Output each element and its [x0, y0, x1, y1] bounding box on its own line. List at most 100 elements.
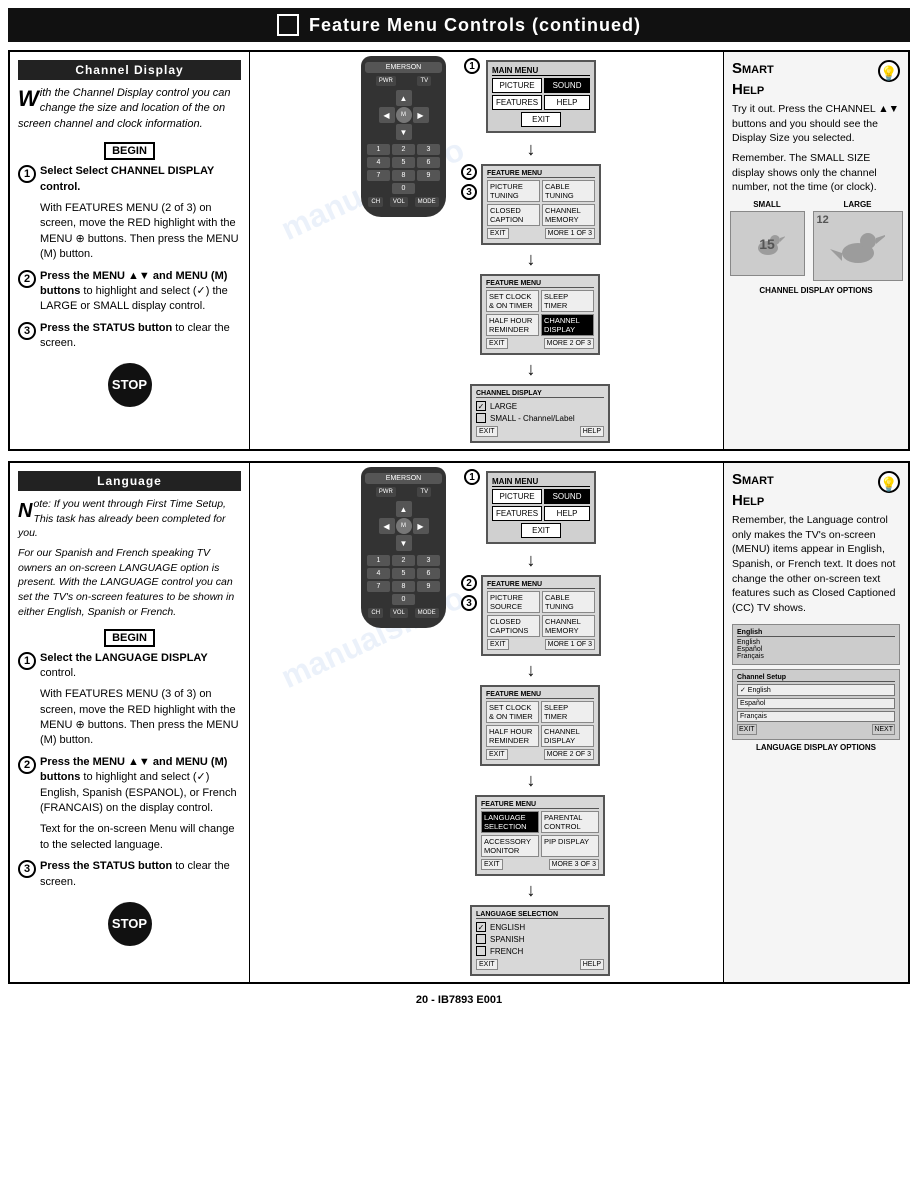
remote2-top: EMERSON	[365, 473, 442, 484]
french-checkbox	[476, 946, 486, 956]
remote2-num5[interactable]: 5	[392, 568, 415, 579]
remote-mode-btn[interactable]: MODE	[415, 197, 439, 207]
remote2-num6[interactable]: 6	[417, 568, 440, 579]
remote-num9[interactable]: 9	[417, 170, 440, 181]
page-title: Feature Menu Controls (continued)	[309, 15, 641, 36]
lang-opt-french: FRENCH	[476, 946, 604, 956]
dpad2-left[interactable]: ◀	[379, 518, 395, 534]
remote-num5[interactable]: 5	[392, 157, 415, 168]
dpad-up[interactable]: ▲	[396, 90, 412, 106]
bird-small-box: 15	[730, 211, 805, 276]
lang-fm2-more: MORE 2 OF 3	[544, 749, 594, 760]
lang-smart-heading-small: Smart	[732, 471, 774, 488]
dpad2-right[interactable]: ▶	[413, 518, 429, 534]
main-menu-label: MAIN MENU	[492, 66, 590, 76]
f2-set-clock: SET CLOCK & ON TIMER	[486, 290, 539, 312]
f2-more: MORE 2 OF 3	[544, 338, 594, 349]
bird-small-label: SMALL	[753, 200, 781, 209]
lang-screen-step2: 2	[461, 575, 477, 591]
lang-f1-cable-tuning: CABLE TUNING	[542, 591, 595, 613]
remote2-num7[interactable]: 7	[367, 581, 390, 592]
page-header: Feature Menu Controls (continued)	[8, 8, 910, 42]
header-icon	[277, 14, 299, 36]
remote-num6[interactable]: 6	[417, 157, 440, 168]
bird-large-col: LARGE 12	[811, 200, 905, 283]
channel-opt-large: LARGE	[476, 401, 604, 411]
language-step3-num: 3	[18, 860, 36, 878]
channel-screens-remote: EMERSON PWR TV ▲ ▼ ◀ ▶	[254, 56, 719, 445]
language-step2: 2 Press the MENU ▲▼ and MENU (M) buttons…	[18, 755, 241, 817]
dpad-down[interactable]: ▼	[396, 124, 412, 140]
remote-num0[interactable]: 0	[392, 183, 415, 194]
bird-small-col: SMALL 15	[728, 200, 807, 283]
main-menu-grid: PICTURE SOUND FEATURES HELP	[492, 78, 590, 110]
language-step1-detail: With FEATURES MENU (3 of 3) on screen, m…	[40, 687, 241, 749]
remote2-num1[interactable]: 1	[367, 555, 390, 566]
f1-cable-tuning: CABLE TUNING	[542, 180, 595, 202]
lang-main-menu-screen: MAIN MENU PICTURE SOUND FEATURES HELP EX…	[486, 471, 596, 544]
channel-display-section: Channel Display With the Channel Display…	[8, 50, 910, 451]
remote-tv-btn[interactable]: TV	[417, 76, 431, 86]
arrow-down-2: ↓	[527, 249, 536, 270]
dpad2-up[interactable]: ▲	[396, 501, 412, 517]
lang-visual-screen2: Channel Setup ✓ English Español Français…	[732, 669, 900, 740]
remote2-power-btn[interactable]: PWR	[376, 487, 396, 497]
remote2-num0[interactable]: 0	[392, 594, 415, 605]
language-step1: 1 Select the LANGUAGE DISPLAY control.	[18, 651, 241, 682]
lang-visual-items: ✓ English Español Français	[737, 684, 895, 722]
remote2-num8[interactable]: 8	[392, 581, 415, 592]
remote2-ch-btn[interactable]: CH	[368, 608, 383, 618]
remote2-num9[interactable]: 9	[417, 581, 440, 592]
english-label: ENGLISH	[490, 923, 525, 932]
dpad-left[interactable]: ◀	[379, 107, 395, 123]
channel-center-inner: EMERSON PWR TV ▲ ▼ ◀ ▶	[250, 52, 723, 449]
dpad-center[interactable]: M	[396, 107, 412, 123]
remote-num8[interactable]: 8	[392, 170, 415, 181]
language-section: Language Note: If you went through First…	[8, 461, 910, 984]
remote-vol-btn[interactable]: VOL	[390, 197, 408, 207]
lang-visual-text1: EnglishEspañolFrançais	[737, 639, 895, 660]
remote2-num3[interactable]: 3	[417, 555, 440, 566]
remote-dpad: ▲ ▼ ◀ ▶ M	[379, 90, 429, 140]
dpad2-center[interactable]: M	[396, 518, 412, 534]
remote-ch-btn[interactable]: CH	[368, 197, 383, 207]
bird-large-box: 12	[813, 211, 903, 281]
smart-help-para1: Try it out. Press the CHANNEL ▲▼ buttons…	[732, 102, 900, 146]
language-options-screen: LANGUAGE SELECTION ENGLISH SPANISH	[470, 905, 610, 976]
feature-menu1-grid: PICTURE TUNING CABLE TUNING CLOSED CAPTI…	[487, 180, 595, 226]
remote-num4[interactable]: 4	[367, 157, 390, 168]
remote-num1[interactable]: 1	[367, 144, 390, 155]
channel-step1-num: 1	[18, 165, 36, 183]
lang-visual-screen1: English EnglishEspañolFrançais	[732, 624, 900, 665]
remote2-vol-btn[interactable]: VOL	[390, 608, 408, 618]
remote2-tv-btn[interactable]: TV	[417, 487, 431, 497]
lang-fm2-grid: SET CLOCK & ON TIMER SLEEP TIMER HALF HO…	[486, 701, 594, 747]
bird-large-svg	[830, 221, 885, 271]
remote-power-btn[interactable]: PWR	[376, 76, 396, 86]
lang-f2-half-hour: HALF HOUR REMINDER	[486, 725, 539, 747]
language-begin-badge: BEGIN	[104, 629, 155, 647]
lang-arrow1: ↓	[527, 550, 536, 571]
lang-menu-picture: PICTURE	[492, 489, 542, 504]
smart-help-para2: Remember. The SMALL SIZE display shows o…	[732, 151, 900, 195]
feature-menu1-label: FEATURE MENU	[487, 170, 595, 178]
channel-options-label: CHANNEL DISPLAY	[476, 390, 604, 398]
remote-control2: EMERSON PWR TV ▲ ▼ ◀ ▶ M	[361, 467, 446, 628]
page: Feature Menu Controls (continued) Channe…	[0, 0, 918, 1188]
channel-screens-col: 1 MAIN MENU PICTURE SOUND FEATURES HELP	[450, 56, 612, 445]
remote-num7[interactable]: 7	[367, 170, 390, 181]
remote-num3[interactable]: 3	[417, 144, 440, 155]
f1-exit: EXIT	[487, 228, 509, 239]
remote2-mode-btn[interactable]: MODE	[415, 608, 439, 618]
remote-numpad: 1 2 3 4 5 6 7 8 9 0	[367, 144, 440, 194]
remote2-num4[interactable]: 4	[367, 568, 390, 579]
lang-fm1-grid: PICTURE SOURCE CABLE TUNING CLOSED CAPTI…	[487, 591, 595, 637]
channel-step1: 1 Select Select CHANNEL DISPLAY control.	[18, 164, 241, 195]
lang-fm1-more: MORE 1 OF 3	[545, 639, 595, 650]
lang-smart-help-header: Smart Help 💡	[732, 471, 900, 513]
lang-opt-footer: EXIT HELP	[476, 959, 604, 970]
dpad-right[interactable]: ▶	[413, 107, 429, 123]
remote-num2[interactable]: 2	[392, 144, 415, 155]
dpad2-down[interactable]: ▼	[396, 535, 412, 551]
remote2-num2[interactable]: 2	[392, 555, 415, 566]
